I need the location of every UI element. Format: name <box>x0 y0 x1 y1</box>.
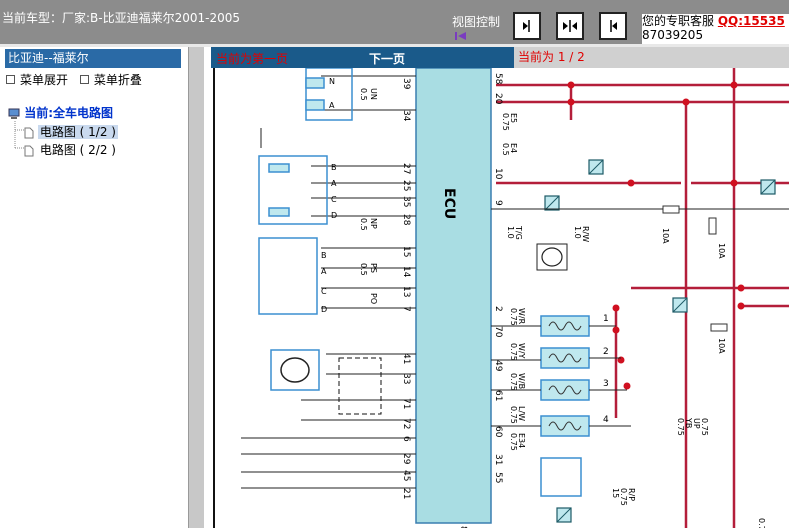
svg-text:0.5: 0.5 <box>359 218 368 231</box>
svg-text:0.5: 0.5 <box>501 143 510 156</box>
tree-item-label: 电路图 ( 1/2 ) <box>37 125 118 139</box>
svg-text:15: 15 <box>611 488 620 498</box>
svg-text:0.75: 0.75 <box>509 343 518 361</box>
zoom-slider-icon[interactable] <box>454 30 468 42</box>
svg-text:33: 33 <box>401 373 411 384</box>
next-page-link[interactable]: 下一页 <box>369 50 405 67</box>
svg-text:70: 70 <box>493 326 503 338</box>
document-icon <box>24 127 34 138</box>
svg-text:0.75: 0.75 <box>509 373 518 391</box>
svg-text:29: 29 <box>401 453 411 465</box>
svg-text:0.75: 0.75 <box>501 113 510 131</box>
svg-text:0.75: 0.75 <box>757 518 766 528</box>
svg-text:0.75: 0.75 <box>509 406 518 424</box>
svg-text:9: 9 <box>493 200 503 206</box>
svg-text:58: 58 <box>493 73 503 85</box>
tree-item-label: 电路图 ( 2/2 ) <box>39 143 116 157</box>
svg-text:1.0: 1.0 <box>573 226 582 239</box>
svg-text:0.75: 0.75 <box>509 433 518 451</box>
svg-text:55: 55 <box>493 472 503 483</box>
svg-text:60: 60 <box>493 426 503 438</box>
svg-text:10A: 10A <box>661 228 670 244</box>
svg-text:31: 31 <box>493 454 503 465</box>
wiring-diagram[interactable]: ECU 39 34 27 25 35 28 15 14 13 7 41 33 7… <box>211 68 789 528</box>
view-control-label: 视图控制 <box>452 15 501 29</box>
svg-text:1.0: 1.0 <box>506 226 515 239</box>
svg-text:2: 2 <box>493 306 503 312</box>
sidebar: 比亚迪--福莱尔 菜单展开 菜单折叠 当前:全车电路图 电路图 ( 1/2 ) … <box>0 47 189 528</box>
svg-text:A: A <box>329 101 335 110</box>
tree-item-diagram-2[interactable]: 电路图 ( 2/2 ) <box>24 141 118 158</box>
svg-text:20: 20 <box>493 93 503 105</box>
svg-text:49: 49 <box>493 360 503 372</box>
svg-text:10: 10 <box>493 168 503 180</box>
page-indicator: 当前为 1 / 2 <box>514 47 789 68</box>
svg-text:0.5: 0.5 <box>359 88 368 101</box>
svg-text:C: C <box>321 287 327 296</box>
svg-text:7: 7 <box>401 306 411 312</box>
svg-text:D: D <box>321 305 327 314</box>
play-left-button[interactable] <box>599 12 627 40</box>
service-label: 您的专职客服 <box>642 14 715 28</box>
ecu-block <box>415 68 492 524</box>
svg-text:4: 4 <box>603 415 609 425</box>
service-phone: 87039205 <box>642 28 704 42</box>
svg-text:D: D <box>331 211 337 220</box>
svg-text:41: 41 <box>401 353 411 364</box>
svg-text:39: 39 <box>401 78 411 90</box>
customer-service-box: 您的专职客服 QQ:15535 87039205 <box>642 14 789 44</box>
top-bar: 当前车型：厂家:B-比亚迪福莱尔2001-2005 视图控制 您的专职客服 QQ… <box>0 0 789 44</box>
page-nav-bar: 当前为第一页 下一页 当前为 1 / 2 <box>211 47 789 68</box>
document-icon <box>24 145 34 156</box>
svg-text:UP: UP <box>692 418 701 429</box>
svg-text:UN: UN <box>369 88 378 100</box>
svg-text:27: 27 <box>401 163 411 174</box>
svg-text:A: A <box>321 267 327 276</box>
ecu-label: ECU <box>441 188 457 219</box>
tree-root-label: 当前:全车电路图 <box>24 106 113 120</box>
svg-text:61: 61 <box>493 390 503 401</box>
svg-text:NP: NP <box>369 218 378 229</box>
svg-text:25: 25 <box>401 180 411 191</box>
expand-horizontal-icon <box>563 20 577 32</box>
vehicle-model-label: 当前车型：厂家:B-比亚迪福莱尔2001-2005 <box>2 11 241 25</box>
qq-link[interactable]: QQ:15535 <box>718 14 785 28</box>
play-right-button[interactable] <box>513 12 541 40</box>
svg-text:10A: 10A <box>717 243 726 259</box>
svg-text:1: 1 <box>603 314 609 324</box>
svg-text:A: A <box>331 179 337 188</box>
svg-text:0.75: 0.75 <box>676 418 685 436</box>
svg-text:3: 3 <box>603 379 609 389</box>
svg-text:N: N <box>329 77 335 86</box>
tree-item-diagram-1[interactable]: 电路图 ( 1/2 ) <box>24 123 118 140</box>
panel-divider[interactable] <box>189 47 204 528</box>
expand-horizontal-button[interactable] <box>556 12 584 40</box>
current-first-page-label: 当前为第一页 <box>216 52 289 66</box>
svg-text:0.75: 0.75 <box>509 308 518 326</box>
svg-text:PS: PS <box>369 263 378 273</box>
svg-text:6: 6 <box>401 436 411 442</box>
svg-text:21: 21 <box>401 488 411 499</box>
play-left-icon <box>610 20 617 32</box>
tree-root[interactable]: 当前:全车电路图 <box>8 104 113 121</box>
play-right-icon <box>523 20 530 32</box>
svg-text:2: 2 <box>603 347 609 357</box>
main-content: 当前为第一页 下一页 当前为 1 / 2 ECU 39 34 27 25 35 … <box>204 47 789 528</box>
svg-text:PO: PO <box>369 293 378 304</box>
svg-text:C: C <box>331 195 337 204</box>
svg-text:34: 34 <box>401 110 411 122</box>
svg-text:10A: 10A <box>717 338 726 354</box>
computer-icon <box>8 108 20 119</box>
svg-text:B: B <box>321 251 327 260</box>
svg-text:0.75: 0.75 <box>700 418 709 436</box>
svg-text:B: B <box>331 163 337 172</box>
svg-text:0.5: 0.5 <box>359 263 368 276</box>
